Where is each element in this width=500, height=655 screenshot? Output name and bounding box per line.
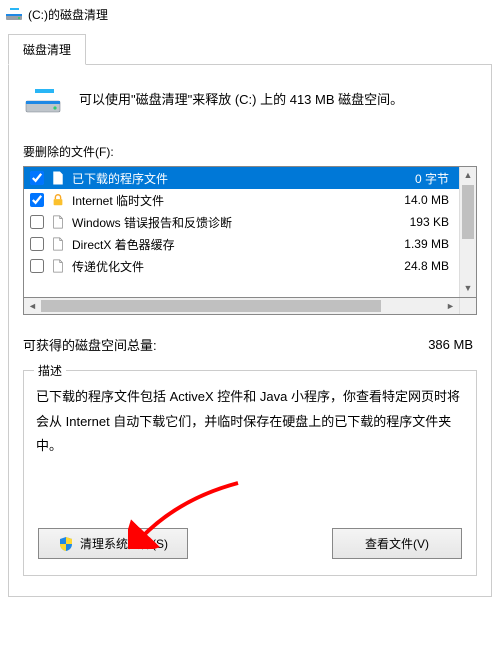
shield-icon bbox=[58, 536, 74, 552]
file-label: Windows 错误报告和反馈诊断 bbox=[72, 214, 385, 231]
file-checkbox[interactable] bbox=[30, 215, 44, 229]
scroll-left-icon[interactable]: ◄ bbox=[24, 301, 41, 311]
file-icon bbox=[50, 258, 66, 274]
disk-cleanup-icon bbox=[6, 6, 22, 22]
file-size: 1.39 MB bbox=[385, 237, 455, 251]
list-item[interactable]: 传递优化文件24.8 MB bbox=[24, 255, 459, 277]
file-size: 0 字节 bbox=[385, 170, 455, 187]
file-label: DirectX 着色器缓存 bbox=[72, 236, 385, 253]
available-space-text: 可以使用"磁盘清理"来释放 (C:) 上的 413 MB 磁盘空间。 bbox=[79, 90, 403, 110]
file-size: 14.0 MB bbox=[385, 193, 455, 207]
window-title: (C:)的磁盘清理 bbox=[28, 6, 108, 23]
file-label: 传递优化文件 bbox=[72, 258, 385, 275]
scroll-up-icon[interactable]: ▲ bbox=[460, 167, 476, 184]
list-item[interactable]: Windows 错误报告和反馈诊断193 KB bbox=[24, 211, 459, 233]
vertical-scrollbar[interactable]: ▲ ▼ bbox=[459, 167, 476, 297]
list-item[interactable]: 已下载的程序文件0 字节 bbox=[24, 167, 459, 189]
file-icon bbox=[50, 236, 66, 252]
description-legend: 描述 bbox=[34, 362, 66, 379]
horizontal-scrollbar[interactable]: ◄ ► bbox=[23, 298, 477, 315]
tab-panel: 可以使用"磁盘清理"来释放 (C:) 上的 413 MB 磁盘空间。 要删除的文… bbox=[8, 64, 492, 597]
file-icon bbox=[50, 170, 66, 186]
gain-label: 可获得的磁盘空间总量: bbox=[23, 335, 157, 354]
tab-disk-cleanup[interactable]: 磁盘清理 bbox=[8, 34, 86, 65]
scroll-down-icon[interactable]: ▼ bbox=[460, 280, 476, 297]
file-checkbox[interactable] bbox=[30, 237, 44, 251]
clean-system-files-button[interactable]: 清理系统文件(S) bbox=[38, 528, 188, 559]
description-text: 已下载的程序文件包括 ActiveX 控件和 Java 小程序，你查看特定网页时… bbox=[36, 385, 464, 500]
titlebar: (C:)的磁盘清理 bbox=[0, 0, 500, 28]
file-checkbox[interactable] bbox=[30, 171, 44, 185]
list-item[interactable]: Internet 临时文件14.0 MB bbox=[24, 189, 459, 211]
file-size: 24.8 MB bbox=[385, 259, 455, 273]
files-listbox[interactable]: 已下载的程序文件0 字节Internet 临时文件14.0 MBWindows … bbox=[23, 166, 477, 298]
view-files-button[interactable]: 查看文件(V) bbox=[332, 528, 462, 559]
lock-icon bbox=[50, 192, 66, 208]
description-group: 描述 已下载的程序文件包括 ActiveX 控件和 Java 小程序，你查看特定… bbox=[23, 370, 477, 576]
scroll-thumb[interactable] bbox=[462, 185, 474, 239]
gain-value: 386 MB bbox=[428, 337, 473, 352]
files-to-delete-label: 要删除的文件(F): bbox=[23, 143, 477, 160]
list-item[interactable]: DirectX 着色器缓存1.39 MB bbox=[24, 233, 459, 255]
file-label: 已下载的程序文件 bbox=[72, 170, 385, 187]
file-label: Internet 临时文件 bbox=[72, 192, 385, 209]
file-checkbox[interactable] bbox=[30, 259, 44, 273]
drive-icon bbox=[25, 85, 61, 115]
file-checkbox[interactable] bbox=[30, 193, 44, 207]
scroll-right-icon[interactable]: ► bbox=[442, 301, 459, 311]
file-size: 193 KB bbox=[385, 215, 455, 229]
file-icon bbox=[50, 214, 66, 230]
hscroll-thumb[interactable] bbox=[41, 300, 381, 312]
